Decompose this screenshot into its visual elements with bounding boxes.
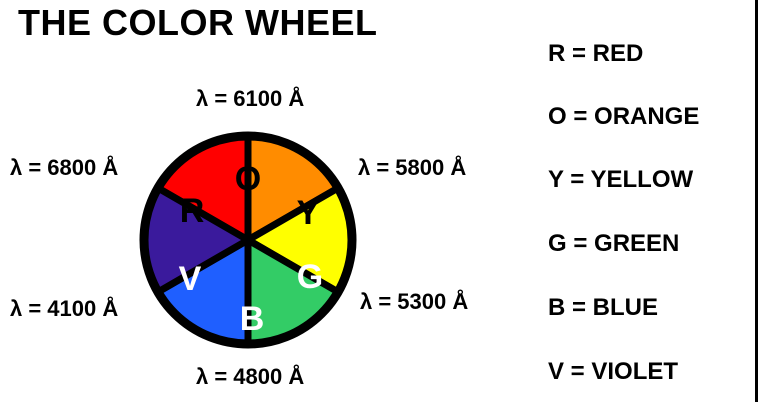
legend-yellow: Y = YELLOW — [548, 166, 694, 193]
wedge-letter-orange: O — [235, 160, 261, 198]
wedge-letter-violet: V — [179, 260, 202, 298]
wedge-letter-green: G — [297, 258, 323, 296]
legend-orange: O = ORANGE — [548, 103, 700, 130]
wedge-letter-yellow: Y — [297, 194, 320, 232]
color-wheel: ROYGBV — [139, 131, 357, 349]
wavelength-label-orange: λ = 6100 Å — [196, 86, 305, 111]
wavelength-label-red: λ = 6800 Å — [10, 155, 119, 180]
legend-violet: V = VIOLET — [548, 358, 679, 385]
wedge-letter-red: R — [180, 192, 205, 230]
wavelength-label-yellow: λ = 5800 Å — [358, 155, 467, 180]
legend-red: R = RED — [548, 40, 644, 67]
wedge-letter-blue: B — [240, 300, 265, 338]
legend-green: G = GREEN — [548, 230, 680, 257]
legend-blue: B = BLUE — [548, 294, 659, 321]
wavelength-label-violet: λ = 4100 Å — [10, 296, 119, 321]
wavelength-label-blue: λ = 4800 Å — [196, 364, 305, 389]
wavelength-label-green: λ = 5300 Å — [360, 289, 469, 314]
